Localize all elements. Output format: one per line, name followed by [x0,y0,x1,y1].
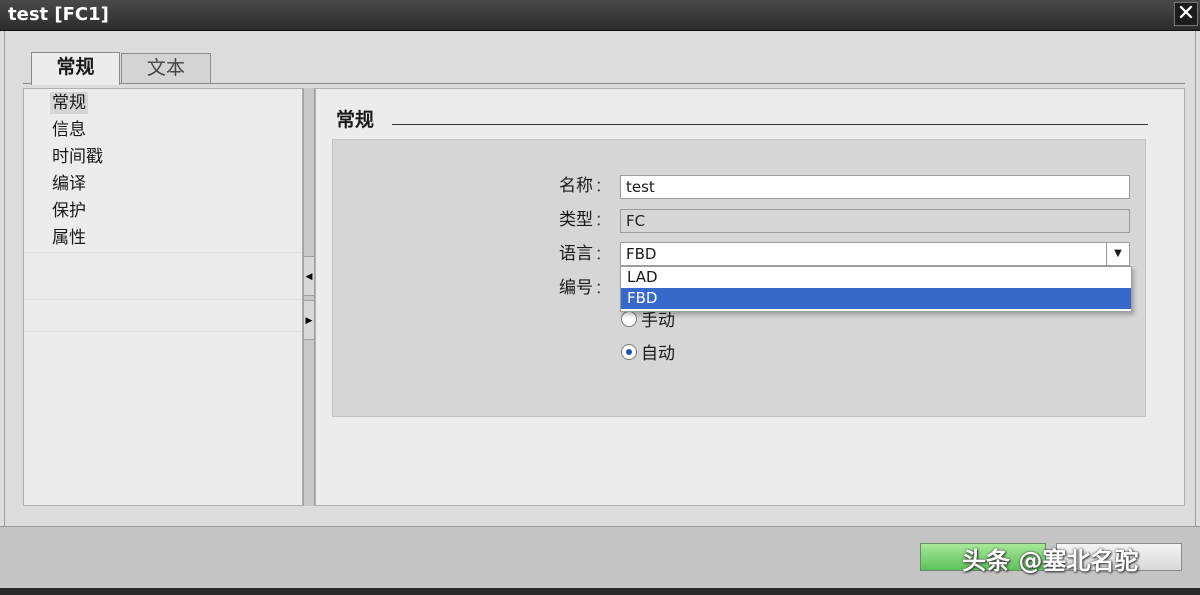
language-dropdown: LAD FBD [620,266,1132,312]
chevron-down-icon[interactable]: ▼ [1106,243,1129,265]
watermark: 头条 @塞北名驼 [962,547,1139,575]
content-panel: 常规 名称 ： test 类型 ： FC 语言 ： FBD ▼ LAD FBD … [315,88,1185,506]
nav-divider [24,299,302,300]
window-title: test [FC1] [8,4,109,25]
nav-item-info[interactable]: 信息 [50,119,88,141]
nav-item-attributes[interactable]: 属性 [50,227,88,249]
property-nav: 常规 信息 时间戳 编译 保护 属性 [23,88,303,506]
nav-divider [24,252,302,253]
radio-manual-icon[interactable] [621,311,637,327]
name-field[interactable]: test [620,175,1130,199]
tab-divider [23,83,1185,84]
tab-text[interactable]: 文本 [121,53,211,84]
radio-auto-icon[interactable] [621,344,637,360]
window-bottom-edge [0,588,1200,595]
expand-right-icon[interactable]: ▶ [304,300,314,340]
radio-manual[interactable]: 手动 [621,310,675,332]
language-label: 语言 [559,244,593,264]
tab-general[interactable]: 常规 [31,52,120,85]
type-field: FC [620,209,1130,233]
type-colon: ： [595,211,611,229]
close-icon: ✕ [1176,1,1196,26]
number-label: 编号 [559,278,593,298]
language-value: FBD [626,245,657,263]
nav-divider [24,331,302,332]
name-label: 名称 [559,176,593,196]
type-label: 类型 [559,210,593,230]
language-select[interactable]: FBD ▼ [620,242,1130,266]
panel-splitter[interactable]: ◀ ▶ [303,88,315,506]
nav-item-timestamp[interactable]: 时间戳 [50,146,105,168]
section-title: 常规 [336,109,375,131]
close-button[interactable]: ✕ [1174,2,1198,26]
nav-item-general[interactable]: 常规 [50,92,88,114]
language-option-lad[interactable]: LAD [621,267,1131,288]
radio-auto-label: 自动 [641,344,675,364]
nav-item-compile[interactable]: 编译 [50,173,88,195]
radio-auto[interactable]: 自动 [621,343,675,365]
general-form: 名称 ： test 类型 ： FC 语言 ： FBD ▼ LAD FBD 编号 … [332,139,1146,417]
radio-manual-label: 手动 [641,311,675,331]
number-colon: ： [595,279,611,297]
language-option-fbd[interactable]: FBD [621,288,1131,309]
dialog-body: 常规 文本 常规 信息 时间戳 编译 保护 属性 ◀ ▶ 常规 名称 ： tes… [4,31,1196,526]
window-titlebar: test [FC1] ✕ [0,0,1200,31]
section-rule [392,124,1148,125]
language-colon: ： [595,245,611,263]
nav-item-protection[interactable]: 保护 [50,200,88,222]
collapse-left-icon[interactable]: ◀ [304,256,314,296]
name-colon: ： [595,177,611,195]
